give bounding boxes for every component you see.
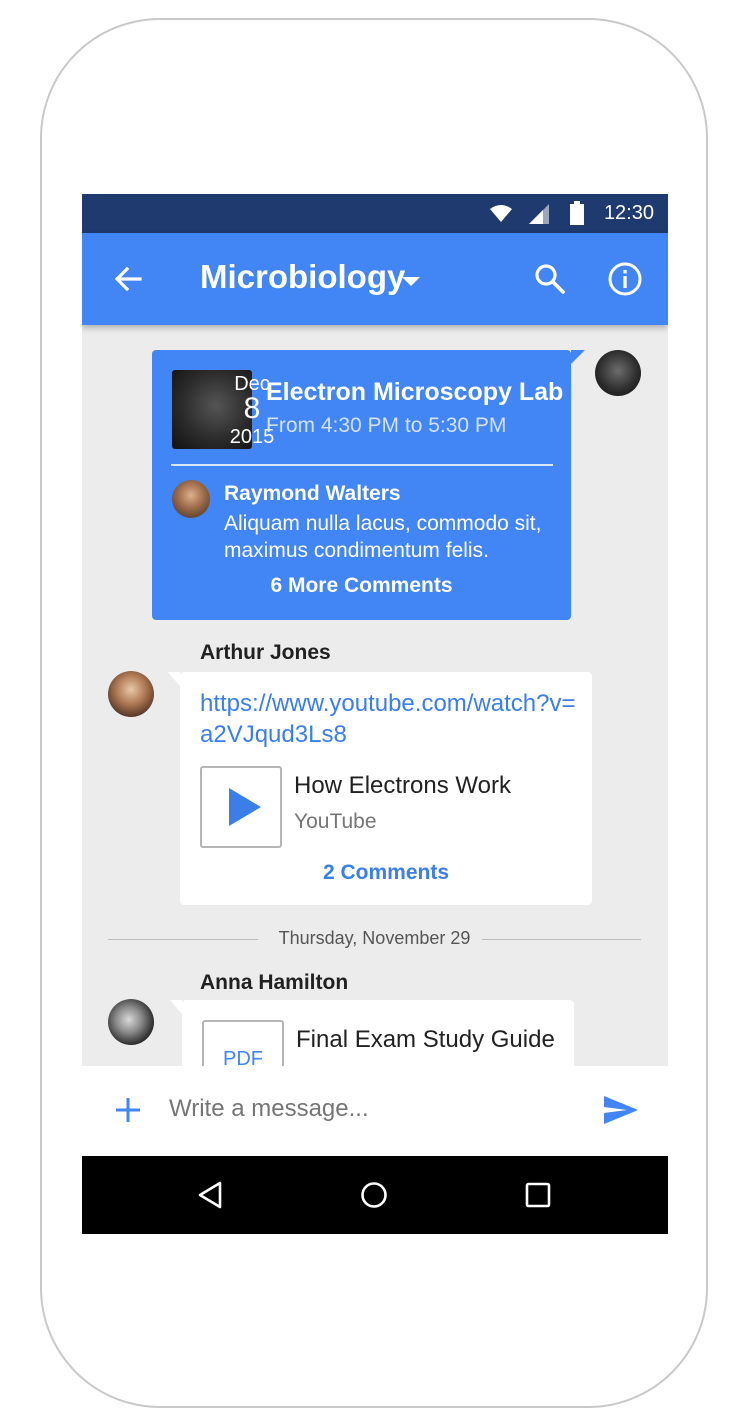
wifi-icon [490, 205, 512, 222]
sender-name: Anna Hamilton [200, 971, 349, 994]
plus-icon[interactable] [114, 1096, 142, 1124]
avatar[interactable] [172, 480, 210, 518]
bubble-tail [571, 350, 585, 364]
pdf-file-icon[interactable]: PDF [202, 1020, 284, 1066]
more-comments-link[interactable]: 6 More Comments [152, 574, 571, 598]
file-type-label: PDF [223, 1048, 263, 1066]
send-icon[interactable] [602, 1094, 640, 1126]
event-time-range: From 4:30 PM to 5:30 PM [266, 414, 507, 437]
divider [171, 464, 553, 466]
play-icon [229, 788, 261, 826]
day-separator: Thursday, November 29 [108, 926, 641, 956]
comments-link[interactable]: 2 Comments [180, 861, 592, 885]
comment-author: Raymond Walters [224, 482, 401, 505]
file-title[interactable]: Final Exam Study Guide [296, 1026, 555, 1054]
message-composer [82, 1066, 668, 1156]
event-date-tile: Dec 8 2015 [172, 370, 274, 449]
nav-home-icon[interactable] [359, 1180, 389, 1210]
info-icon[interactable] [606, 260, 644, 298]
video-source: YouTube [294, 810, 377, 833]
signal-icon [529, 204, 549, 224]
event-title: Electron Microscopy Lab [266, 378, 564, 406]
message-input[interactable] [167, 1094, 591, 1124]
back-arrow-icon[interactable] [112, 263, 144, 295]
message-bubble[interactable]: https://www.youtube.com/watch?v=a2VJqud3… [168, 672, 592, 905]
navigation-bar [82, 1156, 668, 1234]
dropdown-caret-icon[interactable] [402, 275, 420, 287]
nav-recents-icon[interactable] [523, 1180, 553, 1210]
app-bar: Microbiology [82, 233, 668, 325]
comment-text: Aliquam nulla lacus, commodo sit, maximu… [224, 512, 542, 562]
page-title[interactable]: Microbiology [200, 258, 405, 296]
search-icon[interactable] [532, 261, 568, 297]
bubble-tail [168, 672, 180, 686]
bubble-tail [170, 1000, 182, 1014]
message-bubble[interactable]: PDF Final Exam Study Guide [170, 1000, 574, 1066]
message-list[interactable]: Dec 8 2015 Electron Microscopy Lab From … [82, 325, 668, 1066]
youtube-link[interactable]: https://www.youtube.com/watch?v=a2VJqud3… [200, 688, 580, 750]
status-bar: 12:30 [82, 194, 668, 233]
event-card[interactable]: Dec 8 2015 Electron Microscopy Lab From … [152, 350, 585, 620]
nav-back-icon[interactable] [196, 1180, 226, 1210]
phone-screen: 12:30 Microbiology Dec 8 2015 Electron M… [82, 194, 668, 1234]
status-time: 12:30 [603, 202, 654, 224]
avatar[interactable] [108, 999, 154, 1045]
avatar[interactable] [595, 350, 641, 396]
avatar[interactable] [108, 671, 154, 717]
sender-name: Arthur Jones [200, 641, 331, 664]
video-thumbnail[interactable] [200, 766, 282, 848]
battery-icon [570, 201, 584, 225]
divider [482, 939, 641, 940]
video-title[interactable]: How Electrons Work [294, 772, 511, 800]
